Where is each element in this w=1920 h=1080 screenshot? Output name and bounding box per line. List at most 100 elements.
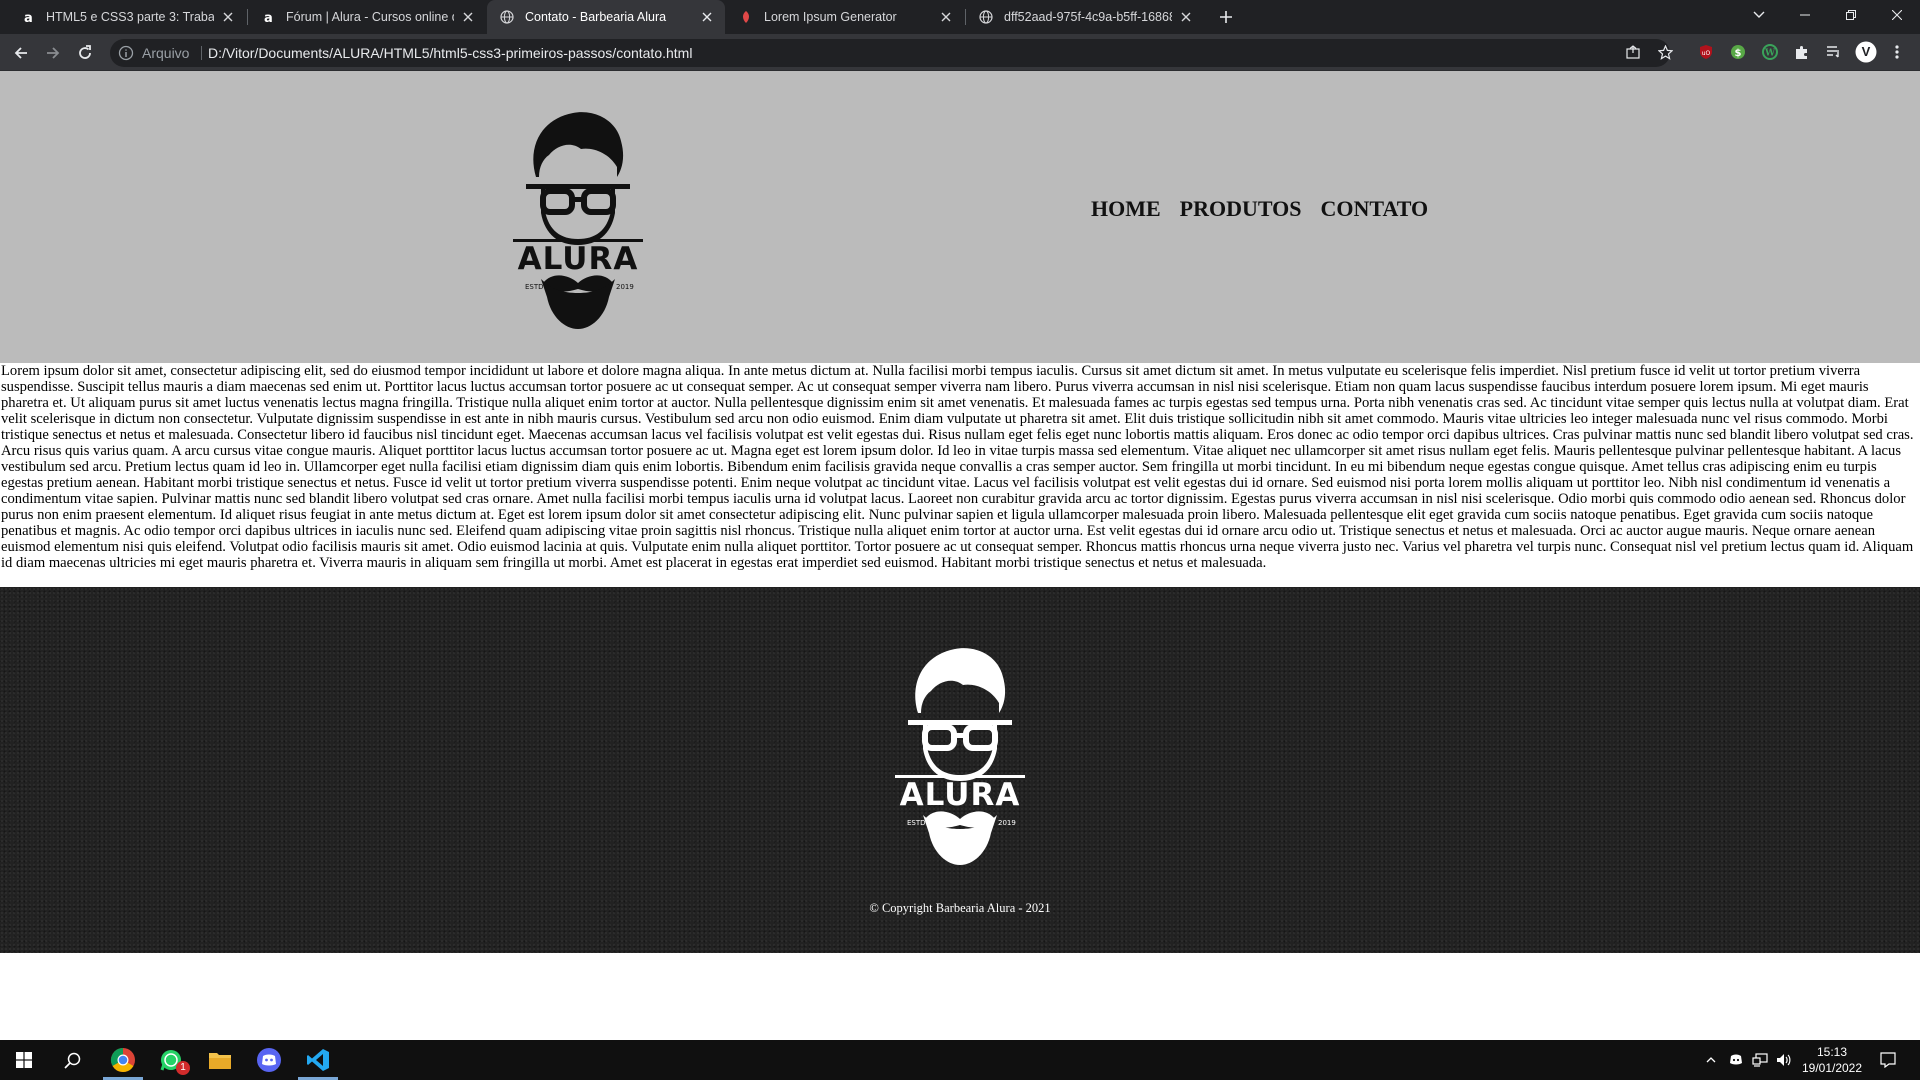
close-tab-icon[interactable] xyxy=(938,9,954,25)
minimize-icon xyxy=(1800,14,1810,16)
address-bar[interactable]: Arquivo D:/Vitor/Documents/ALURA/HTML5/h… xyxy=(110,39,1670,67)
reading-list-icon xyxy=(1827,46,1839,58)
tab-title: HTML5 e CSS3 parte 3: Trabalhan xyxy=(46,10,214,24)
file-explorer-icon xyxy=(209,1053,231,1069)
taskbar-vscode[interactable] xyxy=(294,1040,342,1080)
svg-text:a: a xyxy=(264,11,273,24)
discord-tray-icon xyxy=(1730,1054,1742,1065)
speaker-icon xyxy=(1777,1054,1791,1066)
plus-icon xyxy=(1220,11,1232,23)
chrome-icon xyxy=(110,1048,135,1073)
windows-start-icon xyxy=(16,1052,32,1068)
arrow-left-icon xyxy=(14,47,27,59)
page-viewport: HOME PRODUTOS CONTATO Lorem ipsum dolor … xyxy=(0,71,1920,1040)
url-text[interactable]: D:/Vitor/Documents/ALURA/HTML5/html5-css… xyxy=(208,45,692,61)
bookmark-button[interactable] xyxy=(1655,42,1675,62)
clock-date: 19/01/2022 xyxy=(1801,1061,1863,1075)
taskbar-chrome[interactable] xyxy=(99,1040,147,1080)
network-button[interactable] xyxy=(1750,1050,1770,1070)
tab-title: Contato - Barbearia Alura xyxy=(525,10,667,24)
taskbar-search-button[interactable] xyxy=(48,1040,96,1080)
lorem-ipsum-icon xyxy=(738,9,754,25)
forward-button[interactable] xyxy=(40,40,66,66)
reload-button[interactable] xyxy=(72,40,98,66)
lorem-ipsum-paragraph: Lorem ipsum dolor sit amet, consectetur … xyxy=(1,363,1914,571)
share-icon xyxy=(1626,45,1640,59)
vscode-icon xyxy=(307,1049,329,1071)
copyright-text: © Copyright Barbearia Alura - 2021 xyxy=(869,901,1051,915)
nav-home-link[interactable]: HOME xyxy=(1091,196,1161,222)
taskbar: 1 15:13 19/01/2022 xyxy=(0,1040,1920,1080)
globe-icon xyxy=(978,9,994,25)
main-nav: HOME PRODUTOS CONTATO xyxy=(1091,196,1428,222)
site-footer: © Copyright Barbearia Alura - 2021 xyxy=(0,587,1920,953)
ublock-icon: uO xyxy=(1700,45,1712,59)
dollar-icon: $ xyxy=(1731,45,1745,59)
taskbar-file-explorer[interactable] xyxy=(196,1040,244,1080)
close-icon xyxy=(1892,10,1902,20)
alura-logo[interactable] xyxy=(513,107,643,331)
alura-icon: a xyxy=(20,9,36,25)
tab-alura-course[interactable]: a HTML5 e CSS3 parte 3: Trabalhan xyxy=(8,0,246,34)
wordpress-icon: W xyxy=(1762,44,1778,60)
tab-title: dff52aad-975f-4c9a-b5ff-16868b xyxy=(1004,10,1172,24)
divider xyxy=(201,46,202,60)
close-window-button[interactable] xyxy=(1874,0,1920,30)
close-tab-icon[interactable] xyxy=(460,9,476,25)
extensions-button[interactable] xyxy=(1792,42,1812,62)
file-scheme-label: Arquivo xyxy=(142,45,190,61)
notification-badge: 1 xyxy=(176,1061,190,1075)
browser-menu-button[interactable] xyxy=(1887,42,1907,62)
close-tab-icon[interactable] xyxy=(1178,9,1194,25)
clock-time: 15:13 xyxy=(1816,1045,1848,1059)
volume-button[interactable] xyxy=(1774,1050,1794,1070)
tab-alura-forum[interactable]: a Fórum | Alura - Cursos online de xyxy=(248,0,486,34)
back-button[interactable] xyxy=(8,40,34,66)
arrow-right-icon xyxy=(47,47,60,59)
tab-uuid[interactable]: dff52aad-975f-4c9a-b5ff-16868b xyxy=(966,0,1204,34)
ublock-extension[interactable]: uO xyxy=(1696,42,1716,62)
network-icon xyxy=(1752,1053,1768,1067)
tab-title: Lorem Ipsum Generator xyxy=(764,10,897,24)
toolbar: Arquivo D:/Vitor/Documents/ALURA/HTML5/h… xyxy=(0,34,1920,71)
alura-icon: a xyxy=(260,9,276,25)
show-hidden-icons-button[interactable] xyxy=(1701,1050,1721,1070)
site-header: HOME PRODUTOS CONTATO xyxy=(0,71,1920,363)
discord-icon xyxy=(257,1048,281,1072)
chevron-down-icon xyxy=(1753,11,1765,18)
tab-contato[interactable]: Contato - Barbearia Alura xyxy=(487,0,725,34)
close-tab-icon[interactable] xyxy=(220,9,236,25)
minimize-button[interactable] xyxy=(1782,0,1828,30)
info-icon[interactable] xyxy=(118,45,134,61)
svg-text:W: W xyxy=(1764,49,1776,59)
tray-discord[interactable] xyxy=(1726,1050,1746,1070)
taskbar-discord[interactable] xyxy=(245,1040,293,1080)
nav-produtos-link[interactable]: PRODUTOS xyxy=(1180,196,1302,222)
restore-icon xyxy=(1846,10,1856,20)
wordpress-extension[interactable]: W xyxy=(1760,42,1780,62)
search-icon xyxy=(63,1052,80,1069)
taskbar-whatsapp[interactable]: 1 xyxy=(147,1040,195,1080)
new-tab-button[interactable] xyxy=(1213,4,1239,30)
restore-button[interactable] xyxy=(1828,0,1874,30)
start-button[interactable] xyxy=(0,1040,48,1080)
chevron-up-icon xyxy=(1706,1057,1716,1063)
money-extension[interactable]: $ xyxy=(1728,42,1748,62)
tab-strip: a HTML5 e CSS3 parte 3: Trabalhan a Fóru… xyxy=(0,0,1920,34)
profile-button[interactable]: V xyxy=(1855,41,1877,63)
alura-logo-footer xyxy=(895,643,1025,867)
more-vertical-icon xyxy=(1895,45,1899,59)
nav-contato-link[interactable]: CONTATO xyxy=(1321,196,1429,222)
reading-list-button[interactable] xyxy=(1824,42,1844,62)
share-button[interactable] xyxy=(1623,42,1643,62)
action-center-button[interactable] xyxy=(1878,1050,1898,1070)
svg-text:a: a xyxy=(24,11,33,24)
puzzle-icon xyxy=(1796,46,1807,59)
close-tab-icon[interactable] xyxy=(699,9,715,25)
reload-icon xyxy=(79,45,91,59)
globe-icon xyxy=(499,9,515,25)
tab-search-button[interactable] xyxy=(1736,0,1782,30)
clock[interactable]: 15:13 19/01/2022 xyxy=(1792,1044,1872,1076)
notification-icon xyxy=(1880,1052,1896,1068)
tab-lorem-ipsum[interactable]: Lorem Ipsum Generator xyxy=(726,0,964,34)
